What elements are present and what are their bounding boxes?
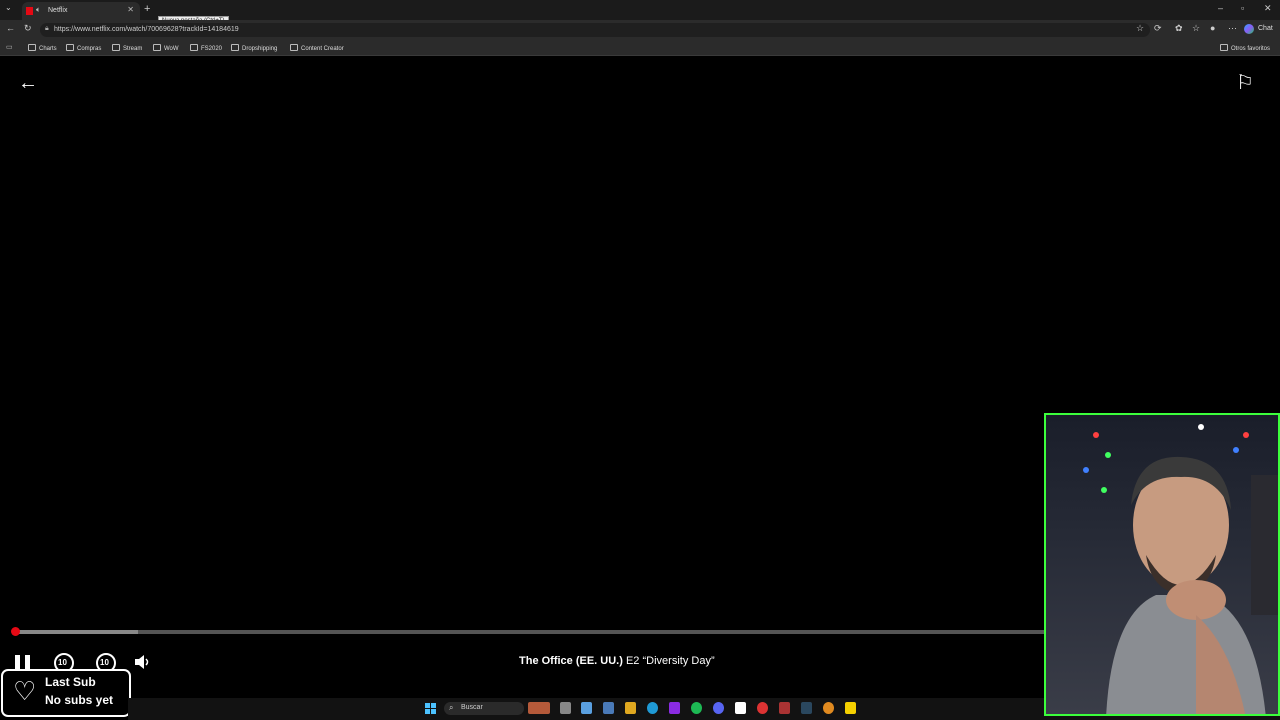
- app-icon[interactable]: [581, 702, 592, 714]
- app-icon[interactable]: [779, 702, 790, 714]
- bookmark-folder[interactable]: Charts: [28, 44, 57, 52]
- bookmark-folder[interactable]: FS2020: [190, 44, 222, 52]
- speaker-icon[interactable]: 🔈︎: [36, 5, 41, 15]
- no-subs-label: No subs yet: [45, 693, 114, 707]
- report-flag-icon[interactable]: ⚐: [1236, 70, 1254, 95]
- bookmark-folder[interactable]: Dropshipping: [231, 44, 277, 52]
- steam-icon[interactable]: [801, 702, 812, 714]
- profile-icon[interactable]: ●: [1210, 23, 1215, 33]
- search-placeholder: Buscar: [461, 704, 483, 711]
- lock-icon: 🔒︎: [45, 25, 49, 32]
- address-bar[interactable]: 🔒︎ https://www.netflix.com/watch/7006962…: [40, 23, 1150, 37]
- maximize-icon[interactable]: ▫: [1241, 3, 1244, 13]
- bookmark-folder[interactable]: Content Creator: [290, 44, 344, 52]
- volume-icon[interactable]: [134, 654, 152, 675]
- close-window-icon[interactable]: ✕: [1264, 3, 1272, 14]
- taskbar-search[interactable]: ⌕ Buscar: [444, 702, 524, 715]
- last-sub-label: Last Sub: [45, 675, 96, 689]
- windows-start-icon[interactable]: [425, 702, 437, 720]
- forward-10-label: 10: [100, 658, 109, 667]
- calendar-icon[interactable]: [603, 702, 614, 714]
- close-tab-icon[interactable]: ✕: [127, 5, 134, 14]
- last-sub-widget: ♡ Last Sub No subs yet: [1, 669, 131, 717]
- tab-netflix[interactable]: 🔈︎ Netflix ✕: [22, 2, 140, 20]
- app-icon[interactable]: [669, 702, 680, 714]
- app-icon[interactable]: [823, 702, 834, 714]
- back-arrow-icon[interactable]: ←: [18, 72, 38, 95]
- episode-number: E2: [625, 655, 640, 667]
- progress-bar[interactable]: [11, 627, 1044, 636]
- menu-icon[interactable]: ⋯: [1228, 23, 1237, 34]
- discord-icon[interactable]: [713, 702, 724, 714]
- rewind-10-label: 10: [58, 658, 67, 667]
- webcam-feed: [1044, 413, 1280, 716]
- reload-icon[interactable]: ↻: [24, 23, 32, 34]
- extension-icon[interactable]: ⟳: [1154, 23, 1162, 34]
- heart-icon: ♡: [13, 676, 37, 706]
- bookmark-folder[interactable]: Compras: [66, 44, 101, 52]
- star-icon[interactable]: ☆: [1136, 23, 1144, 34]
- episode-title: “Diversity Day”: [642, 655, 715, 667]
- app-icon[interactable]: [757, 702, 768, 714]
- file-explorer-icon[interactable]: [625, 702, 636, 714]
- back-nav-icon[interactable]: ←: [6, 23, 15, 33]
- tab-title: Netflix: [48, 7, 68, 14]
- task-view-icon[interactable]: [560, 702, 571, 714]
- obs-icon[interactable]: [735, 702, 746, 714]
- bookmarks-bar: ▭ Charts Compras Stream WoW FS2020 Drops…: [0, 40, 1280, 56]
- spotify-icon[interactable]: [691, 702, 702, 714]
- url-text: https://www.netflix.com/watch/70069628?t…: [54, 26, 239, 33]
- netflix-favicon-icon: [26, 7, 33, 15]
- copilot-icon[interactable]: [1244, 24, 1254, 34]
- search-icon: ⌕: [449, 703, 454, 712]
- scrubber-handle[interactable]: [11, 627, 20, 636]
- edge-icon[interactable]: [647, 702, 658, 714]
- sidebar-icon[interactable]: ▭: [6, 43, 13, 51]
- new-tab-button[interactable]: +: [144, 3, 150, 15]
- puzzle-icon[interactable]: ✿: [1175, 23, 1183, 34]
- other-favorites-folder[interactable]: Otros favoritos: [1220, 44, 1270, 52]
- favorites-icon[interactable]: ☆: [1192, 23, 1200, 34]
- chat-label[interactable]: Chat: [1258, 25, 1273, 32]
- news-widget-icon[interactable]: [528, 702, 550, 714]
- app-icon[interactable]: [845, 702, 856, 714]
- tab-list-icon[interactable]: ⌄: [5, 3, 12, 12]
- show-title: The Office (EE. UU.): [519, 655, 623, 667]
- minimize-icon[interactable]: –: [1218, 3, 1223, 13]
- episode-info: The Office (EE. UU.) E2 “Diversity Day”: [519, 655, 715, 667]
- bookmark-folder[interactable]: Stream: [112, 44, 142, 52]
- progress-fill: [14, 630, 138, 634]
- bookmark-folder[interactable]: WoW: [153, 44, 179, 52]
